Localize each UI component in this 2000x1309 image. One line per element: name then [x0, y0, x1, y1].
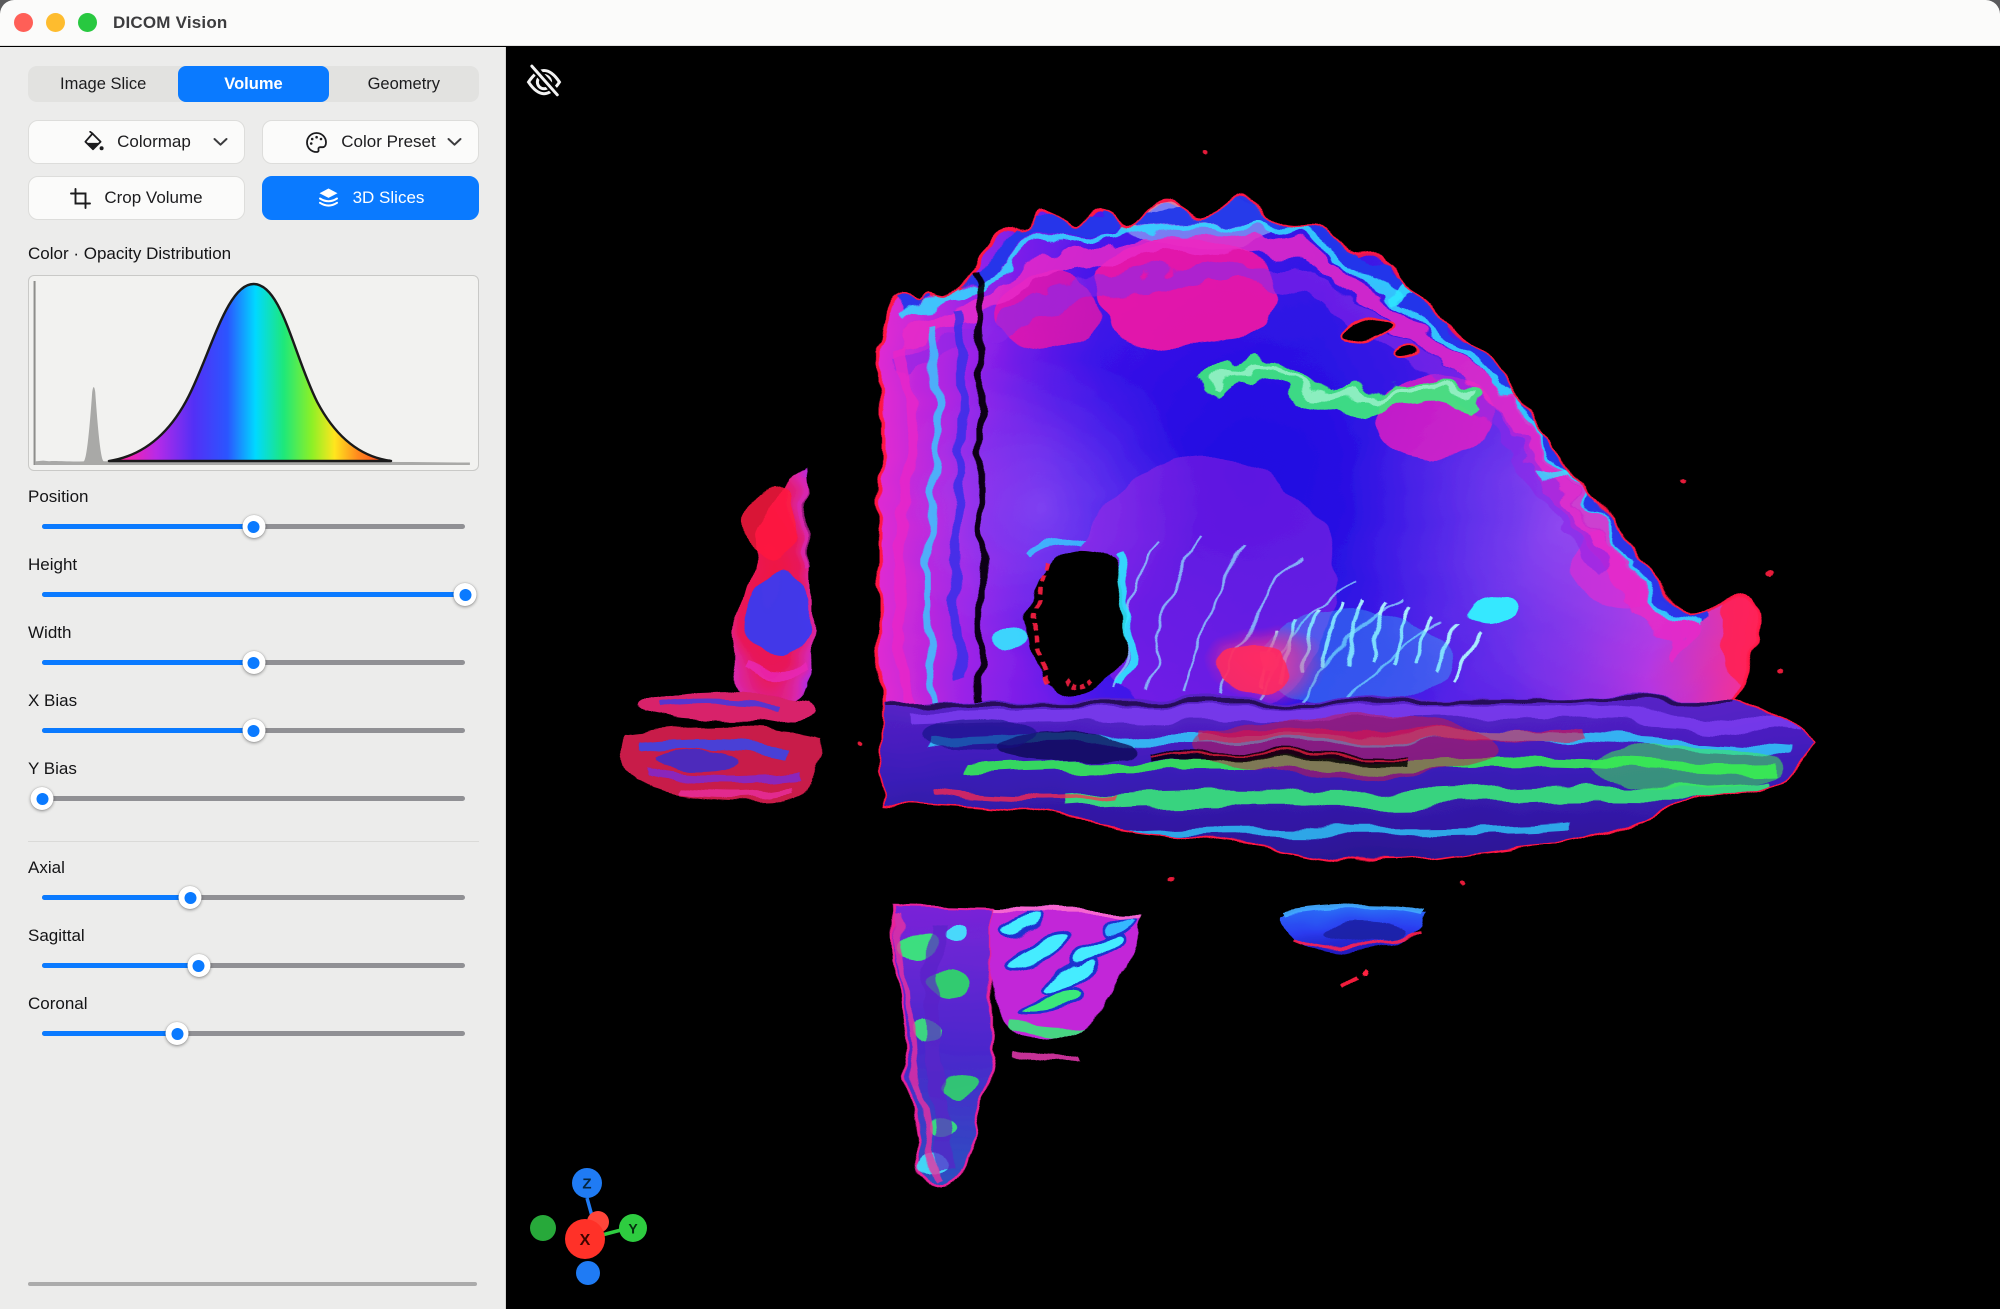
slider-thumb[interactable] [179, 886, 202, 909]
section-divider [28, 841, 479, 842]
opacity-distribution-panel[interactable] [28, 275, 479, 471]
slider-row: Sagittal [28, 926, 479, 978]
axial-slider[interactable] [42, 884, 465, 910]
slice-plane-sliders: Axial Sagittal Coronal [28, 858, 479, 1046]
y-bias-label: Y Bias [28, 759, 479, 779]
titlebar: DICOM Vision [0, 0, 2000, 46]
coronal-label: Coronal [28, 994, 479, 1014]
slider-fill [42, 592, 465, 597]
slider-row: Width [28, 623, 479, 675]
crop-icon [70, 188, 91, 209]
tab-volume[interactable]: Volume [178, 66, 328, 102]
strip-slice [736, 463, 811, 701]
tab-geometry[interactable]: Geometry [329, 66, 479, 102]
slider-fill [42, 524, 254, 529]
slider-thumb[interactable] [166, 1022, 189, 1045]
sagittal-label: Sagittal [28, 926, 479, 946]
render-viewport[interactable]: Z Y X [507, 47, 2000, 1309]
color-preset-button[interactable]: Color Preset [262, 120, 479, 164]
brain-lens [1281, 908, 1431, 987]
crop-volume-button[interactable]: Crop Volume [28, 176, 245, 220]
slider-fill [42, 895, 190, 900]
chevron-down-icon [213, 138, 228, 147]
volume-toolbar: Colormap Color Preset Crop Volume [28, 120, 479, 220]
x-bias-label: X Bias [28, 691, 479, 711]
slider-row: X Bias [28, 691, 479, 743]
sidebar: Image Slice Volume Geometry Colormap Col… [0, 47, 506, 1309]
slider-row: Height [28, 555, 479, 607]
3d-slices-button[interactable]: 3D Slices [262, 176, 479, 220]
y-axis-label: Y [628, 1221, 638, 1237]
palette-icon [305, 131, 328, 154]
colormap-label: Colormap [117, 132, 191, 152]
window-title: DICOM Vision [113, 13, 228, 33]
y-axis-line [602, 1230, 621, 1235]
zoom-window-button[interactable] [78, 13, 97, 32]
layers-icon [317, 187, 340, 209]
traffic-lights [0, 13, 97, 32]
colormap-button[interactable]: Colormap [28, 120, 245, 164]
color-preset-label: Color Preset [341, 132, 435, 152]
slider-thumb[interactable] [242, 719, 265, 742]
minimize-window-button[interactable] [46, 13, 65, 32]
floor-reflection [622, 692, 824, 801]
position-slider[interactable] [42, 513, 465, 539]
slider-row: Y Bias [28, 759, 479, 811]
coronal-slider[interactable] [42, 1020, 465, 1046]
slider-fill [42, 1031, 177, 1036]
x-axis-label: X [580, 1232, 591, 1249]
slider-thumb[interactable] [454, 583, 477, 606]
x-bias-slider[interactable] [42, 717, 465, 743]
position-label: Position [28, 487, 479, 507]
axial-label: Axial [28, 858, 479, 878]
height-slider[interactable] [42, 581, 465, 607]
slider-track[interactable] [42, 796, 465, 801]
width-slider[interactable] [42, 649, 465, 675]
app-window: DICOM Vision Image Slice Volume Geometry… [0, 0, 2000, 1309]
y-bias-slider[interactable] [42, 785, 465, 811]
3d-slices-label: 3D Slices [353, 188, 425, 208]
view-mode-tabs: Image Slice Volume Geometry [28, 66, 479, 102]
z-axis-back-handle[interactable] [576, 1261, 600, 1285]
close-window-button[interactable] [14, 13, 33, 32]
distribution-title: Color · Opacity Distribution [28, 244, 479, 264]
slider-fill [42, 660, 254, 665]
volume-render [507, 47, 2000, 1309]
visibility-toggle-eye-off-icon[interactable] [523, 60, 565, 102]
slider-fill [42, 963, 199, 968]
slider-row: Coronal [28, 994, 479, 1046]
orientation-gizmo[interactable]: Z Y X [515, 1147, 665, 1297]
slider-thumb[interactable] [242, 651, 265, 674]
sagittal-slider[interactable] [42, 952, 465, 978]
sidebar-bottom-divider [28, 1282, 477, 1286]
z-axis-label: Z [582, 1176, 591, 1193]
slider-row: Position [28, 487, 479, 539]
distribution-chart [29, 276, 478, 470]
crop-volume-label: Crop Volume [104, 188, 202, 208]
slider-thumb[interactable] [242, 515, 265, 538]
height-label: Height [28, 555, 479, 575]
tab-image-slice[interactable]: Image Slice [28, 66, 178, 102]
slider-row: Axial [28, 858, 479, 910]
y-axis-back-handle[interactable] [530, 1215, 556, 1241]
width-label: Width [28, 623, 479, 643]
slider-fill [42, 728, 254, 733]
slider-thumb[interactable] [187, 954, 210, 977]
chevron-down-icon [447, 138, 462, 147]
paint-bucket-icon [82, 131, 104, 153]
transfer-function-sliders: Position Height Width X Bias [28, 487, 479, 811]
slider-thumb[interactable] [31, 787, 54, 810]
